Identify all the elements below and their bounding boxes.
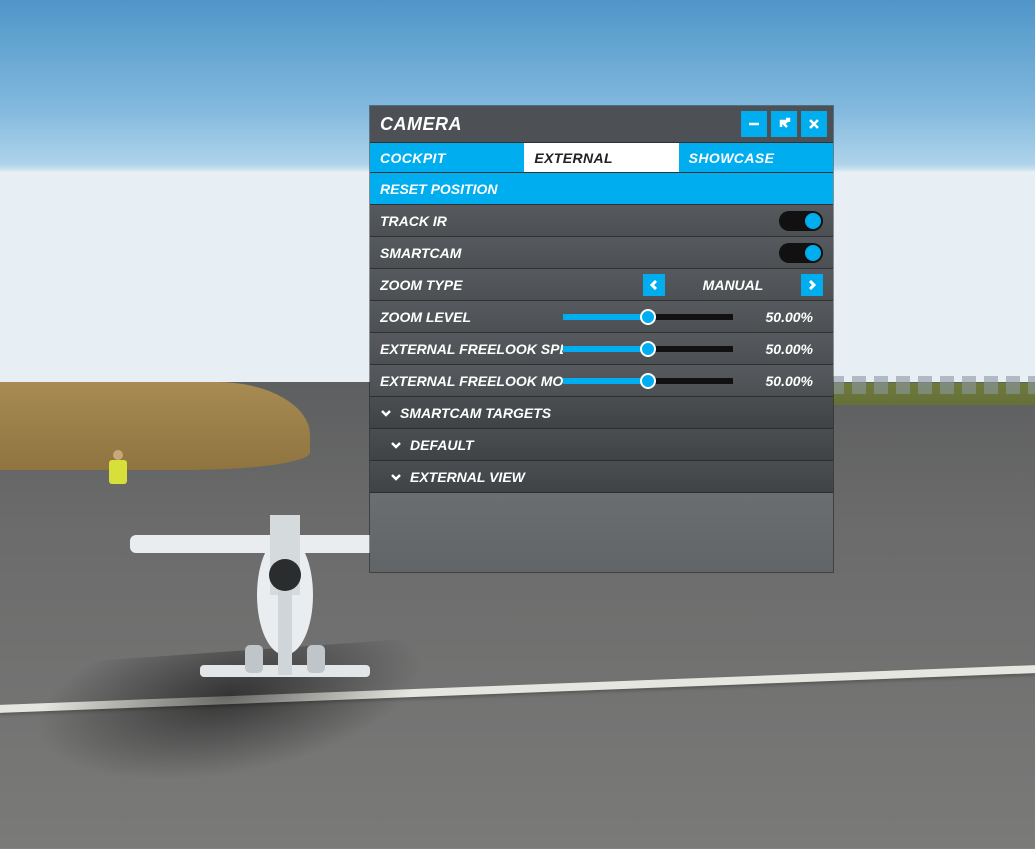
tab-cockpit[interactable]: COCKPIT: [370, 143, 524, 172]
chevron-left-icon: [649, 280, 659, 290]
stepper-zoom-type: MANUAL: [643, 274, 823, 296]
popout-button[interactable]: [771, 111, 797, 137]
close-button[interactable]: [801, 111, 827, 137]
slider-thumb[interactable]: [640, 341, 656, 357]
chevron-down-icon: [390, 439, 402, 451]
slider-thumb[interactable]: [640, 373, 656, 389]
chevron-right-icon: [807, 280, 817, 290]
slider-freelook-speed[interactable]: [563, 346, 733, 352]
ground-crew: [105, 450, 135, 500]
value-zoom-level: 50.00%: [743, 309, 813, 325]
tab-label: COCKPIT: [380, 150, 446, 166]
toggle-track-ir[interactable]: [779, 211, 823, 231]
section-label: DEFAULT: [410, 437, 474, 453]
chevron-down-icon: [390, 471, 402, 483]
minimize-icon: [747, 117, 761, 131]
label-freelook-momentum: EXTERNAL FREELOOK MOMENT: [380, 373, 563, 389]
camera-panel: CAMERA COCKPIT EXTERNAL SHOWCASE RESE: [370, 106, 833, 572]
panel-footer: [370, 492, 833, 572]
tab-external[interactable]: EXTERNAL: [524, 143, 678, 172]
label-zoom-type: ZOOM TYPE: [380, 277, 643, 293]
section-label: EXTERNAL VIEW: [410, 469, 525, 485]
tab-label: SHOWCASE: [689, 150, 775, 166]
stepper-prev-button[interactable]: [643, 274, 665, 296]
row-smartcam: SMARTCAM: [370, 236, 833, 268]
slider-fill: [563, 346, 648, 352]
row-zoom-type: ZOOM TYPE MANUAL: [370, 268, 833, 300]
tab-label: EXTERNAL: [534, 150, 613, 166]
value-freelook-speed: 50.00%: [743, 341, 813, 357]
row-zoom-level: ZOOM LEVEL 50.00%: [370, 300, 833, 332]
row-freelook-speed: EXTERNAL FREELOOK SPEED 50.00%: [370, 332, 833, 364]
aircraft-shadow: [0, 637, 440, 794]
reset-position-label: RESET POSITION: [380, 181, 497, 197]
toggle-smartcam[interactable]: [779, 243, 823, 263]
stepper-value: MANUAL: [665, 277, 801, 293]
game-scene: CAMERA COCKPIT EXTERNAL SHOWCASE RESE: [0, 0, 1035, 849]
slider-fill: [563, 378, 648, 384]
stepper-next-button[interactable]: [801, 274, 823, 296]
section-default[interactable]: DEFAULT: [370, 428, 833, 460]
chevron-down-icon: [380, 407, 392, 419]
panel-title: CAMERA: [380, 114, 737, 135]
label-track-ir: TRACK IR: [380, 213, 779, 229]
slider-thumb[interactable]: [640, 309, 656, 325]
label-zoom-level: ZOOM LEVEL: [380, 309, 563, 325]
minimize-button[interactable]: [741, 111, 767, 137]
row-track-ir: TRACK IR: [370, 204, 833, 236]
label-smartcam: SMARTCAM: [380, 245, 779, 261]
terrain-grass: [0, 382, 310, 470]
camera-tabs: COCKPIT EXTERNAL SHOWCASE: [370, 142, 833, 172]
slider-zoom-level[interactable]: [563, 314, 733, 320]
slider-freelook-momentum[interactable]: [563, 378, 733, 384]
value-freelook-momentum: 50.00%: [743, 373, 813, 389]
popout-icon: [777, 117, 791, 131]
section-smartcam-targets[interactable]: SMARTCAM TARGETS: [370, 396, 833, 428]
panel-titlebar[interactable]: CAMERA: [370, 106, 833, 142]
section-external-view[interactable]: EXTERNAL VIEW: [370, 460, 833, 492]
close-icon: [807, 117, 821, 131]
tab-showcase[interactable]: SHOWCASE: [679, 143, 833, 172]
city-skyline: [830, 376, 1035, 394]
row-freelook-momentum: EXTERNAL FREELOOK MOMENT 50.00%: [370, 364, 833, 396]
slider-fill: [563, 314, 648, 320]
label-freelook-speed: EXTERNAL FREELOOK SPEED: [380, 341, 563, 357]
reset-position-button[interactable]: RESET POSITION: [370, 172, 833, 204]
section-label: SMARTCAM TARGETS: [400, 405, 551, 421]
